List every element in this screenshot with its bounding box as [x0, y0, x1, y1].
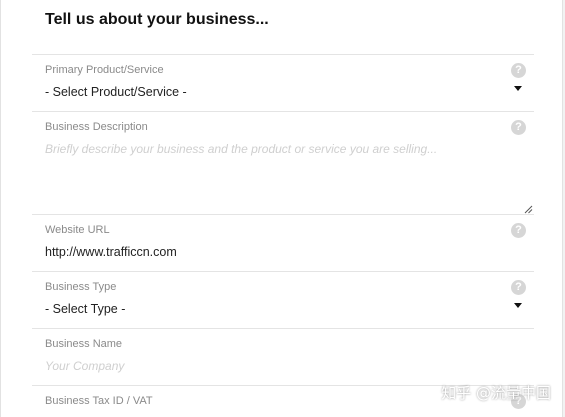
help-circle-icon[interactable]: ?	[511, 63, 526, 78]
business-tax-id-label: Business Tax ID / VAT	[45, 395, 153, 407]
watermark-text: 知乎 @流量中国	[441, 384, 551, 402]
website-url-label: Website URL	[45, 224, 110, 236]
primary-product-label: Primary Product/Service	[45, 64, 164, 76]
form-heading: Tell us about your business...	[45, 11, 269, 28]
business-description-field[interactable]: Business Description ? Briefly describe …	[32, 111, 534, 215]
help-circle-icon[interactable]: ?	[511, 280, 526, 295]
help-circle-icon[interactable]: ?	[511, 120, 526, 135]
business-name-label: Business Name	[45, 338, 123, 350]
help-circle-icon[interactable]: ?	[511, 223, 526, 238]
website-url-input[interactable]: http://www.trafficcn.com	[45, 245, 177, 259]
caret-down-icon[interactable]	[514, 86, 522, 91]
business-type-field[interactable]: Business Type ? - Select Type -	[32, 271, 534, 329]
business-description-textarea[interactable]: Briefly describe your business and the p…	[45, 142, 437, 156]
primary-product-select[interactable]: - Select Product/Service -	[45, 85, 187, 99]
business-name-field[interactable]: Business Name Your Company	[32, 328, 534, 386]
business-description-label: Business Description	[45, 121, 148, 133]
business-type-select[interactable]: - Select Type -	[45, 302, 125, 316]
primary-product-field[interactable]: Primary Product/Service ? - Select Produ…	[32, 54, 534, 112]
business-form-card: Tell us about your business... Primary P…	[0, 0, 563, 417]
caret-down-icon[interactable]	[514, 303, 522, 308]
resize-handle-icon[interactable]	[524, 205, 533, 214]
business-type-label: Business Type	[45, 281, 117, 293]
website-url-field[interactable]: Website URL ? http://www.trafficcn.com	[32, 214, 534, 272]
business-name-input[interactable]: Your Company	[45, 359, 124, 373]
